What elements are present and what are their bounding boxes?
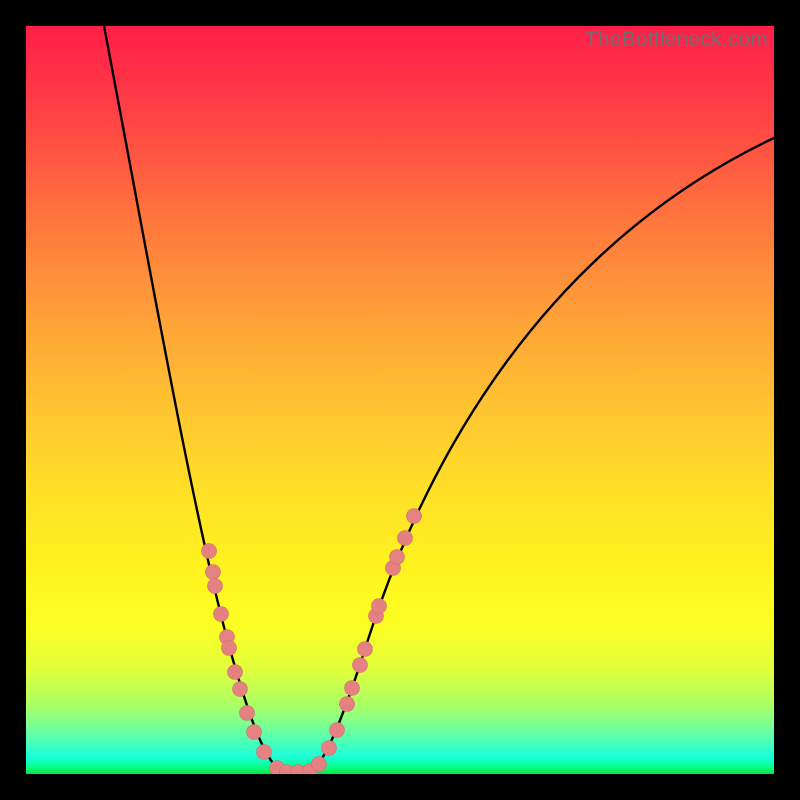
data-dot: [247, 725, 262, 740]
data-dot: [208, 579, 223, 594]
data-dot: [358, 642, 373, 657]
data-dot: [214, 607, 229, 622]
dots-left-group: [202, 544, 306, 775]
right-curve: [298, 138, 774, 772]
data-dot: [233, 682, 248, 697]
data-dot: [398, 531, 413, 546]
data-dot: [345, 681, 360, 696]
data-dot: [240, 706, 255, 721]
left-curve: [104, 26, 298, 772]
watermark-text: TheBottleneck.com: [585, 28, 768, 52]
data-dot: [330, 723, 345, 738]
curve-group: [104, 26, 774, 772]
data-dot: [407, 509, 422, 524]
data-dot: [372, 599, 387, 614]
data-dot: [206, 565, 221, 580]
data-dot: [390, 550, 405, 565]
data-dot: [228, 665, 243, 680]
data-dot: [312, 757, 327, 772]
data-dot: [322, 741, 337, 756]
outer-frame: TheBottleneck.com: [0, 0, 800, 800]
chart-svg: [26, 26, 774, 774]
data-dot: [222, 641, 237, 656]
data-dot: [202, 544, 217, 559]
data-dot: [353, 658, 368, 673]
plot-area: TheBottleneck.com: [26, 26, 774, 774]
data-dot: [257, 745, 272, 760]
dots-right-group: [303, 509, 422, 775]
data-dot: [340, 697, 355, 712]
